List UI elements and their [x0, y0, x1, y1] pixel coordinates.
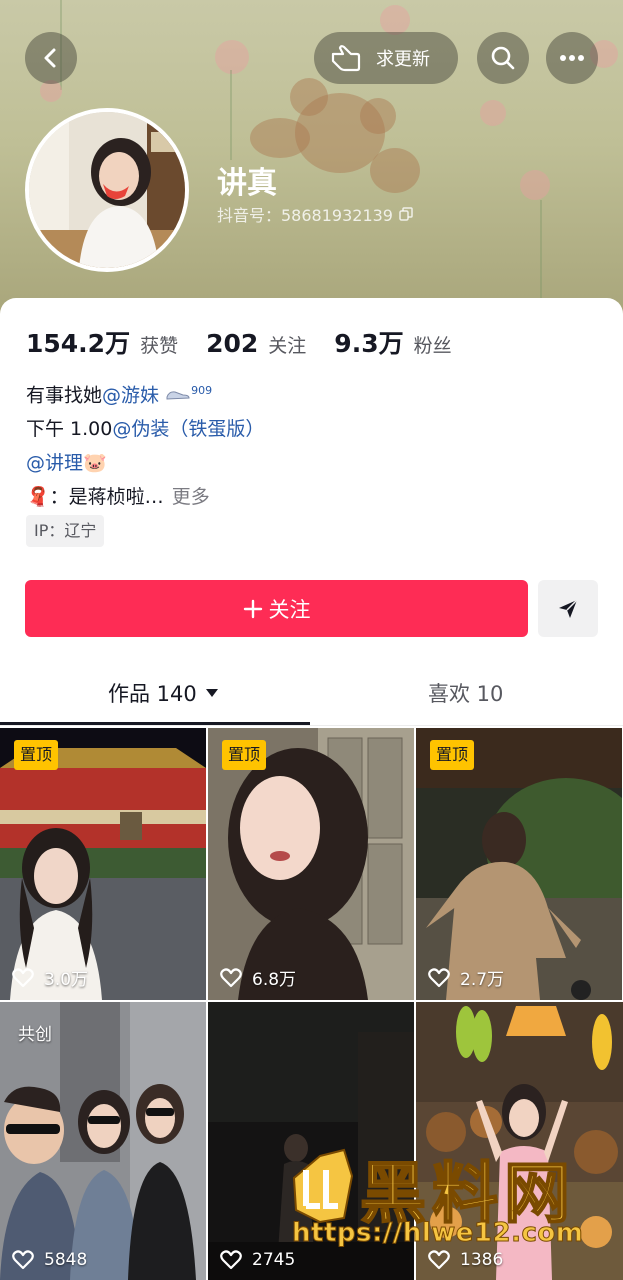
co-creation-tag: 共创 — [18, 1025, 52, 1045]
wallpaper-decoration — [230, 70, 232, 160]
paper-plane-icon — [559, 598, 578, 618]
video-likes: 5848 — [12, 1250, 87, 1270]
douyin-id: 抖音号：58681932139 — [217, 202, 413, 226]
wallpaper-decoration — [215, 40, 249, 74]
followers-label[interactable]: 粉丝 — [414, 331, 452, 358]
following-count[interactable]: 202 — [206, 329, 258, 358]
caret-down-icon — [205, 689, 218, 697]
wallpaper-decoration — [540, 200, 542, 300]
video-thumbnail[interactable]: 置顶 2.7万 — [416, 728, 622, 1000]
bio-line: @讲理🐷 — [26, 446, 264, 480]
heart-icon — [428, 1250, 450, 1270]
stats-row: 154.2万 获赞 202 关注 9.3万 粉丝 — [26, 324, 480, 360]
pinned-badge: 置顶 — [222, 740, 267, 770]
avatar[interactable] — [25, 108, 189, 272]
mention-link[interactable]: @伪装（铁蛋版） — [112, 418, 264, 440]
username: 讲真 — [217, 166, 277, 201]
bio: 有事找她@游妹 909 下午 1.00@伪装（铁蛋版） @讲理🐷 🧣：是蒋桢啦…… — [26, 374, 264, 514]
video-likes-count: 6.8万 — [252, 970, 297, 990]
pinned-badge: 置顶 — [430, 740, 475, 770]
search-icon — [491, 46, 515, 70]
bio-text: ：是蒋桢啦… — [49, 486, 164, 509]
profile-header: 求更新 讲真 抖音号：58681932139 — [0, 0, 623, 320]
video-thumbnail[interactable]: 置顶 3.0万 — [0, 728, 206, 1000]
more-dots-icon — [560, 55, 584, 61]
search-button[interactable] — [477, 32, 529, 84]
wallpaper-decoration — [380, 5, 410, 35]
more-link[interactable]: 更多 — [172, 486, 210, 508]
back-button[interactable] — [25, 32, 77, 84]
video-likes-count: 2745 — [252, 1250, 296, 1270]
ip-location-tag: IP：辽宁 — [26, 515, 105, 547]
pointing-hand-icon — [331, 45, 361, 72]
tab-likes-label: 喜欢 10 — [428, 682, 504, 706]
heart-icon — [428, 967, 450, 987]
video-likes: 2.7万 — [428, 965, 504, 990]
avatar-photo — [29, 112, 185, 268]
video-likes-count: 2.7万 — [460, 970, 505, 990]
send-message-button[interactable] — [538, 580, 598, 637]
more-options-button[interactable] — [546, 32, 598, 84]
heart-icon — [12, 967, 34, 987]
request-update-button[interactable]: 求更新 — [314, 32, 458, 84]
wallpaper-decoration — [480, 100, 506, 126]
heart-icon — [220, 967, 242, 987]
heart-icon — [12, 1250, 34, 1270]
video-likes: 1386 — [428, 1250, 503, 1270]
video-thumbnail[interactable]: 共创 5848 — [0, 1002, 206, 1280]
heart-icon — [220, 1250, 242, 1270]
bio-text: 下午 1.00 — [26, 418, 113, 441]
video-likes: 3.0万 — [12, 965, 88, 990]
bio-line: 🧣：是蒋桢啦… 更多 — [26, 480, 264, 514]
mention-badge: 909 — [191, 384, 213, 397]
video-likes-count: 1386 — [460, 1250, 504, 1270]
copy-icon[interactable] — [399, 207, 413, 221]
mention-link[interactable]: @讲理 — [26, 452, 83, 474]
tab-works[interactable]: 作品 140 — [108, 678, 219, 708]
bio-line: 下午 1.00@伪装（铁蛋版） — [26, 412, 264, 446]
tab-works-label: 作品 140 — [108, 682, 197, 706]
tab-likes[interactable]: 喜欢 10 — [428, 678, 503, 708]
follow-button[interactable]: 关注 — [25, 580, 528, 637]
tab-divider — [0, 725, 623, 726]
pig-emoji: 🐷 — [83, 452, 107, 475]
likes-count: 154.2万 — [26, 329, 131, 358]
pinned-badge: 置顶 — [14, 740, 59, 770]
followers-count[interactable]: 9.3万 — [334, 324, 403, 360]
wallpaper-decoration — [520, 170, 550, 200]
following-label[interactable]: 关注 — [268, 331, 306, 358]
bio-text: 有事找她 — [26, 384, 103, 407]
video-likes-count: 3.0万 — [44, 970, 89, 990]
douyin-id-text: 抖音号：58681932139 — [217, 206, 393, 225]
scarf-emoji: 🧣 — [26, 486, 50, 509]
video-likes: 2745 — [220, 1250, 295, 1270]
chevron-left-icon — [44, 48, 56, 68]
bio-line: 有事找她@游妹 909 — [26, 374, 264, 412]
video-thumbnail[interactable]: 置顶 6.8万 — [208, 728, 414, 1000]
request-update-label: 求更新 — [376, 49, 430, 70]
likes-label: 获赞 — [140, 335, 179, 357]
video-likes-count: 5848 — [44, 1250, 88, 1270]
follow-label: 关注 — [268, 597, 311, 622]
mention-link[interactable]: @游妹 — [102, 384, 159, 406]
sneaker-icon — [166, 391, 190, 400]
video-likes: 6.8万 — [220, 965, 296, 990]
watermark-url: https://hlwe12.com — [291, 1218, 584, 1249]
plus-icon — [243, 599, 262, 618]
